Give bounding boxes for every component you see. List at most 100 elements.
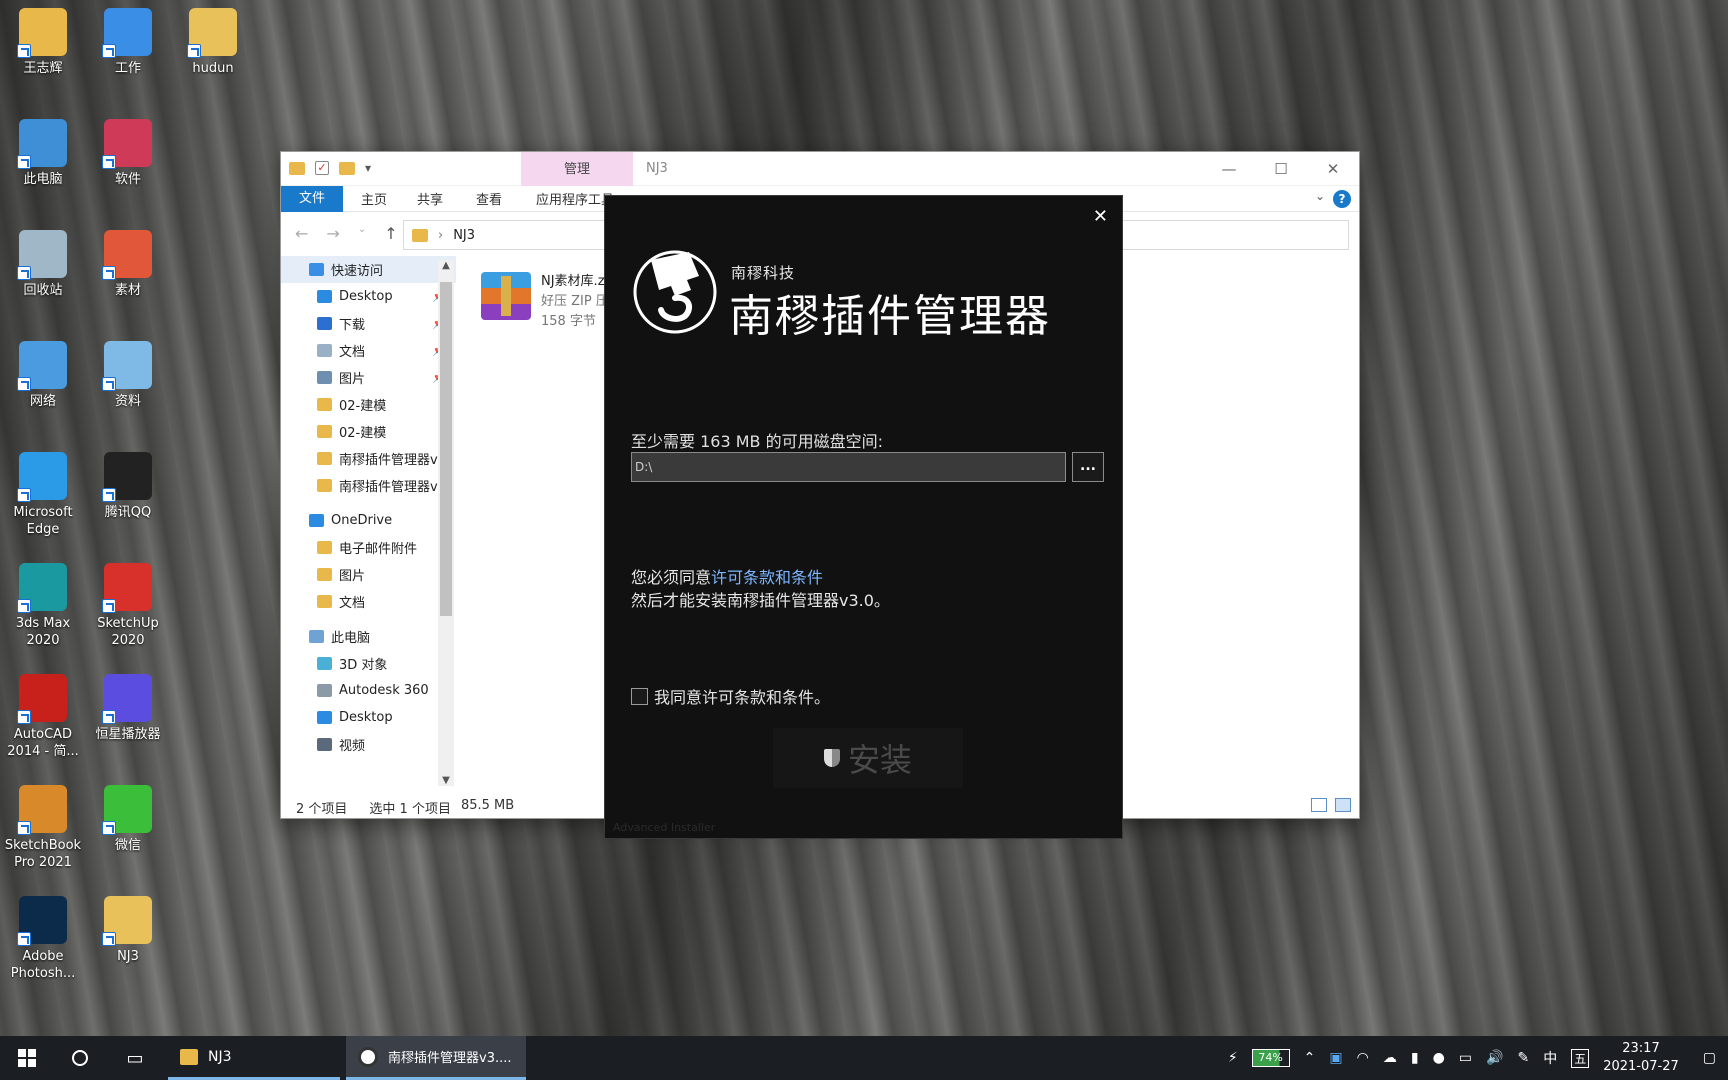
close-icon[interactable]: ✕ [1093, 206, 1108, 227]
desktop-icon[interactable]: 微信 [85, 785, 171, 854]
show-hidden-icons-icon[interactable]: ⌃ [1304, 1050, 1316, 1066]
help-icon[interactable]: ? [1333, 190, 1351, 208]
onedrive-icon[interactable]: ☁ [1383, 1050, 1397, 1066]
nav-item[interactable]: 文档 [281, 588, 456, 615]
desktop-icon-label: 软件 [114, 172, 141, 187]
nav-item[interactable]: 电子邮件附件 [281, 534, 456, 561]
nav-item[interactable]: 快速访问 [281, 256, 456, 283]
install-button[interactable]: 安装 [773, 728, 963, 788]
agree-checkbox-row[interactable]: 我同意许可条款和条件。 [631, 684, 830, 708]
taskbar-item-explorer[interactable]: NJ3 [168, 1036, 340, 1080]
nav-item[interactable]: 图片 [281, 561, 456, 588]
nav-item[interactable]: 图片📌 [281, 364, 456, 391]
maximize-button[interactable]: ☐ [1255, 152, 1307, 186]
notification-center-icon[interactable]: ▢ [1703, 1050, 1716, 1066]
tab-home[interactable]: 主页 [361, 189, 387, 208]
clock[interactable]: 23:17 2021-07-27 [1603, 1040, 1679, 1076]
nav-item-icon [317, 479, 332, 492]
scroll-down-icon[interactable]: ▼ [438, 775, 454, 786]
scroll-thumb[interactable] [440, 282, 452, 616]
desktop-icon[interactable]: hudun [170, 8, 256, 77]
desktop-icon[interactable]: SketchBook Pro 2021 [0, 785, 86, 871]
desktop-icon[interactable]: AutoCAD 2014 - 简... [0, 674, 86, 760]
breadcrumb-current[interactable]: NJ3 [453, 228, 475, 243]
new-folder-icon[interactable] [339, 161, 355, 175]
properties-icon[interactable]: ✓ [315, 161, 329, 175]
agree-checkbox[interactable] [631, 687, 648, 705]
up-arrow-icon[interactable]: ↑ [384, 224, 397, 243]
expand-ribbon-icon[interactable]: ⌄ [1315, 189, 1325, 203]
nav-item[interactable]: 02-建模 [281, 418, 456, 445]
large-icons-view-icon[interactable] [1335, 798, 1351, 812]
ime-mode[interactable]: 五 [1571, 1048, 1590, 1068]
tab-app-tools[interactable]: 应用程序工具 [536, 189, 614, 208]
back-arrow-icon[interactable]: ← [295, 224, 308, 243]
tab-file[interactable]: 文件 [281, 186, 343, 212]
desktop-icon[interactable]: 3ds Max 2020 [0, 563, 86, 649]
recent-chevron-icon[interactable]: ⌄ [358, 224, 366, 243]
start-button[interactable] [0, 1036, 54, 1080]
shortcut-arrow-icon [17, 155, 31, 169]
scroll-up-icon[interactable]: ▲ [438, 260, 454, 271]
tab-view[interactable]: 查看 [476, 189, 502, 208]
nav-item[interactable]: 南穋插件管理器v [281, 472, 456, 499]
nav-item-label: OneDrive [331, 513, 393, 528]
battery-tray-icon[interactable]: ▭ [1459, 1050, 1472, 1066]
shortcut-arrow-icon [102, 44, 116, 58]
nav-item[interactable]: OneDrive [281, 507, 456, 534]
microphone-icon[interactable]: ▮ [1411, 1050, 1419, 1066]
nav-item[interactable]: Desktop📌 [281, 283, 456, 310]
nav-item[interactable]: 视频 [281, 731, 456, 758]
nav-item[interactable]: 下载📌 [281, 310, 456, 337]
tab-manage[interactable]: 管理 [521, 152, 633, 186]
details-view-icon[interactable] [1311, 798, 1327, 812]
desktop-icon[interactable]: 工作 [85, 8, 171, 77]
volume-icon[interactable]: 🔊 [1486, 1050, 1503, 1066]
search-button[interactable] [58, 1036, 102, 1080]
pen-icon[interactable]: ✎ [1517, 1050, 1529, 1066]
install-path-field[interactable] [631, 452, 1066, 482]
close-button[interactable]: ✕ [1307, 152, 1359, 186]
nav-scrollbar[interactable]: ▲ ▼ [438, 260, 454, 786]
screen-recorder-icon[interactable]: ▣ [1329, 1050, 1342, 1066]
desktop-icon[interactable]: SketchUp 2020 [85, 563, 171, 649]
installer-app-icon [358, 1046, 378, 1067]
nav-item[interactable]: Autodesk 360 [281, 677, 456, 704]
desktop-icon[interactable]: Microsoft Edge [0, 452, 86, 538]
browse-button[interactable]: ... [1072, 452, 1104, 482]
task-view-button[interactable]: ▭ [112, 1036, 158, 1080]
nav-item-label: 02-建模 [339, 426, 387, 441]
minimize-button[interactable]: — [1203, 152, 1255, 186]
desktop-icon[interactable]: 软件 [85, 119, 171, 188]
desktop-icon[interactable]: Adobe Photosh... [0, 896, 86, 982]
forward-arrow-icon[interactable]: → [326, 224, 339, 243]
taskbar-item-installer[interactable]: 南穋插件管理器v3.... [346, 1036, 526, 1080]
file-item-zip[interactable]: NJ素材库.z 好压 ZIP 压 158 字节 [481, 272, 609, 332]
desktop-icon[interactable]: 恒星播放器 [85, 674, 171, 743]
nav-item[interactable]: Desktop [281, 704, 456, 731]
wifi-icon[interactable]: ◠ [1357, 1050, 1369, 1066]
license-terms-link[interactable]: 许可条款和条件 [711, 568, 823, 587]
tab-share[interactable]: 共享 [417, 189, 443, 208]
nav-item[interactable]: 3D 对象 [281, 650, 456, 677]
app-icon [187, 8, 237, 58]
cortana-circle-icon [72, 1050, 88, 1066]
qq-tray-icon[interactable]: ● [1433, 1050, 1445, 1066]
nav-item[interactable]: 文档📌 [281, 337, 456, 364]
desktop-icon[interactable]: 素材 [85, 230, 171, 299]
desktop-icon[interactable]: 腾讯QQ [85, 452, 171, 521]
desktop-icon[interactable]: 回收站 [0, 230, 86, 299]
ime-language[interactable]: 中 [1543, 1048, 1557, 1068]
nav-item[interactable]: 02-建模 [281, 391, 456, 418]
nav-item[interactable]: 此电脑 [281, 623, 456, 650]
agree-label[interactable]: 我同意许可条款和条件。 [654, 684, 830, 708]
nav-item[interactable]: 南穋插件管理器v [281, 445, 456, 472]
app-icon [102, 674, 152, 724]
desktop-icon[interactable]: 王志辉 [0, 8, 86, 77]
desktop-icon[interactable]: 资料 [85, 341, 171, 410]
customize-toolbar-icon[interactable]: ▾ [365, 161, 371, 175]
desktop-icon[interactable]: NJ3 [85, 896, 171, 965]
desktop-icon[interactable]: 网络 [0, 341, 86, 410]
battery-indicator[interactable]: 74% [1251, 1049, 1290, 1067]
desktop-icon[interactable]: 此电脑 [0, 119, 86, 188]
